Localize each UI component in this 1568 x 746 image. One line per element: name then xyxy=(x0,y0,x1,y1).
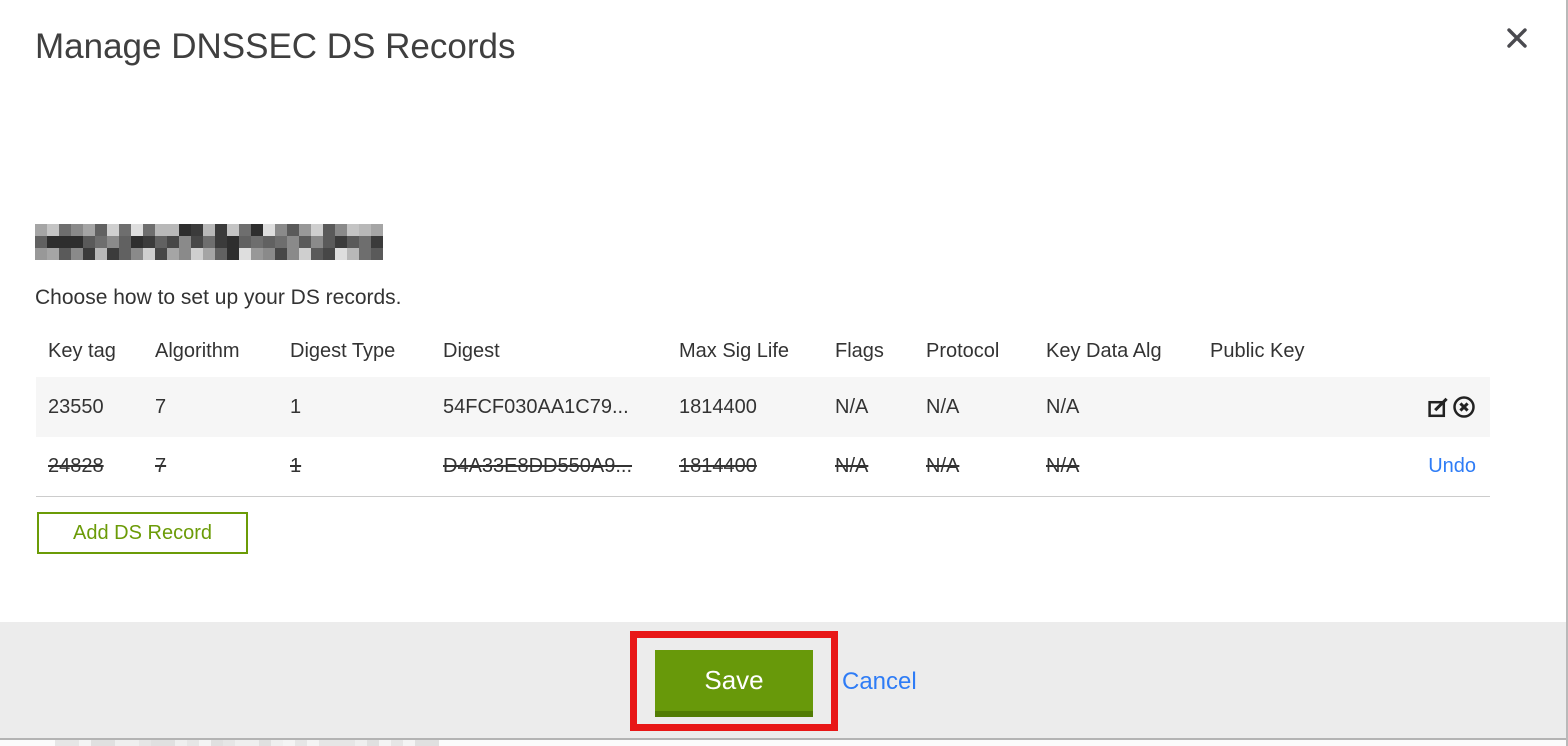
col-header-algorithm: Algorithm xyxy=(155,339,240,362)
edit-record-icon[interactable] xyxy=(1426,395,1450,419)
delete-record-icon[interactable] xyxy=(1452,395,1476,419)
cell-key-tag: 24828 xyxy=(48,455,104,477)
table-row: 23550 7 1 54FCF030AA1C79... 1814400 N/A … xyxy=(36,377,1490,437)
ds-records-table: Key tag Algorithm Digest Type Digest Max… xyxy=(36,325,1490,497)
undo-link[interactable]: Undo xyxy=(1428,455,1476,478)
cell-digest-type: 1 xyxy=(290,455,302,477)
col-header-digest: Digest xyxy=(443,339,500,362)
dnssec-modal: Manage DNSSEC DS Records Choose how to s… xyxy=(0,0,1568,746)
cell-algorithm: 7 xyxy=(155,455,167,477)
save-button[interactable]: Save xyxy=(655,650,813,717)
cancel-link[interactable]: Cancel xyxy=(842,668,917,696)
cell-algorithm: 7 xyxy=(155,395,167,418)
cell-flags: N/A xyxy=(835,455,869,477)
redacted-domain-name xyxy=(35,224,383,260)
cell-max-sig-life: 1814400 xyxy=(679,455,757,477)
add-ds-record-button[interactable]: Add DS Record xyxy=(37,512,248,554)
cell-digest: 54FCF030AA1C79... xyxy=(443,395,629,418)
cell-protocol: N/A xyxy=(926,395,960,418)
close-icon[interactable] xyxy=(1501,22,1533,54)
table-row-deleted: 24828 7 1 D4A33E8DD550A9... 1814400 N/A … xyxy=(36,437,1490,497)
page-title: Manage DNSSEC DS Records xyxy=(35,27,516,66)
col-header-key-data-alg: Key Data Alg xyxy=(1046,339,1162,362)
cell-max-sig-life: 1814400 xyxy=(679,395,757,418)
cell-key-data-alg: N/A xyxy=(1046,395,1080,418)
cell-protocol: N/A xyxy=(926,455,960,477)
col-header-public-key: Public Key xyxy=(1210,339,1305,362)
table-header-row: Key tag Algorithm Digest Type Digest Max… xyxy=(36,325,1490,377)
cell-flags: N/A xyxy=(835,395,869,418)
col-header-digest-type: Digest Type xyxy=(290,339,396,362)
col-header-key-tag: Key tag xyxy=(48,339,116,362)
intro-text: Choose how to set up your DS records. xyxy=(35,286,402,309)
close-x-glyph xyxy=(1507,28,1527,48)
cell-key-tag: 23550 xyxy=(48,395,104,418)
cell-key-data-alg: N/A xyxy=(1046,455,1080,477)
cell-digest-type: 1 xyxy=(290,395,302,418)
col-header-max-sig-life: Max Sig Life xyxy=(679,339,790,362)
bottom-edge-strip xyxy=(0,740,1566,746)
col-header-protocol: Protocol xyxy=(926,339,1000,362)
col-header-flags: Flags xyxy=(835,339,884,362)
cell-digest: D4A33E8DD550A9... xyxy=(443,455,633,477)
